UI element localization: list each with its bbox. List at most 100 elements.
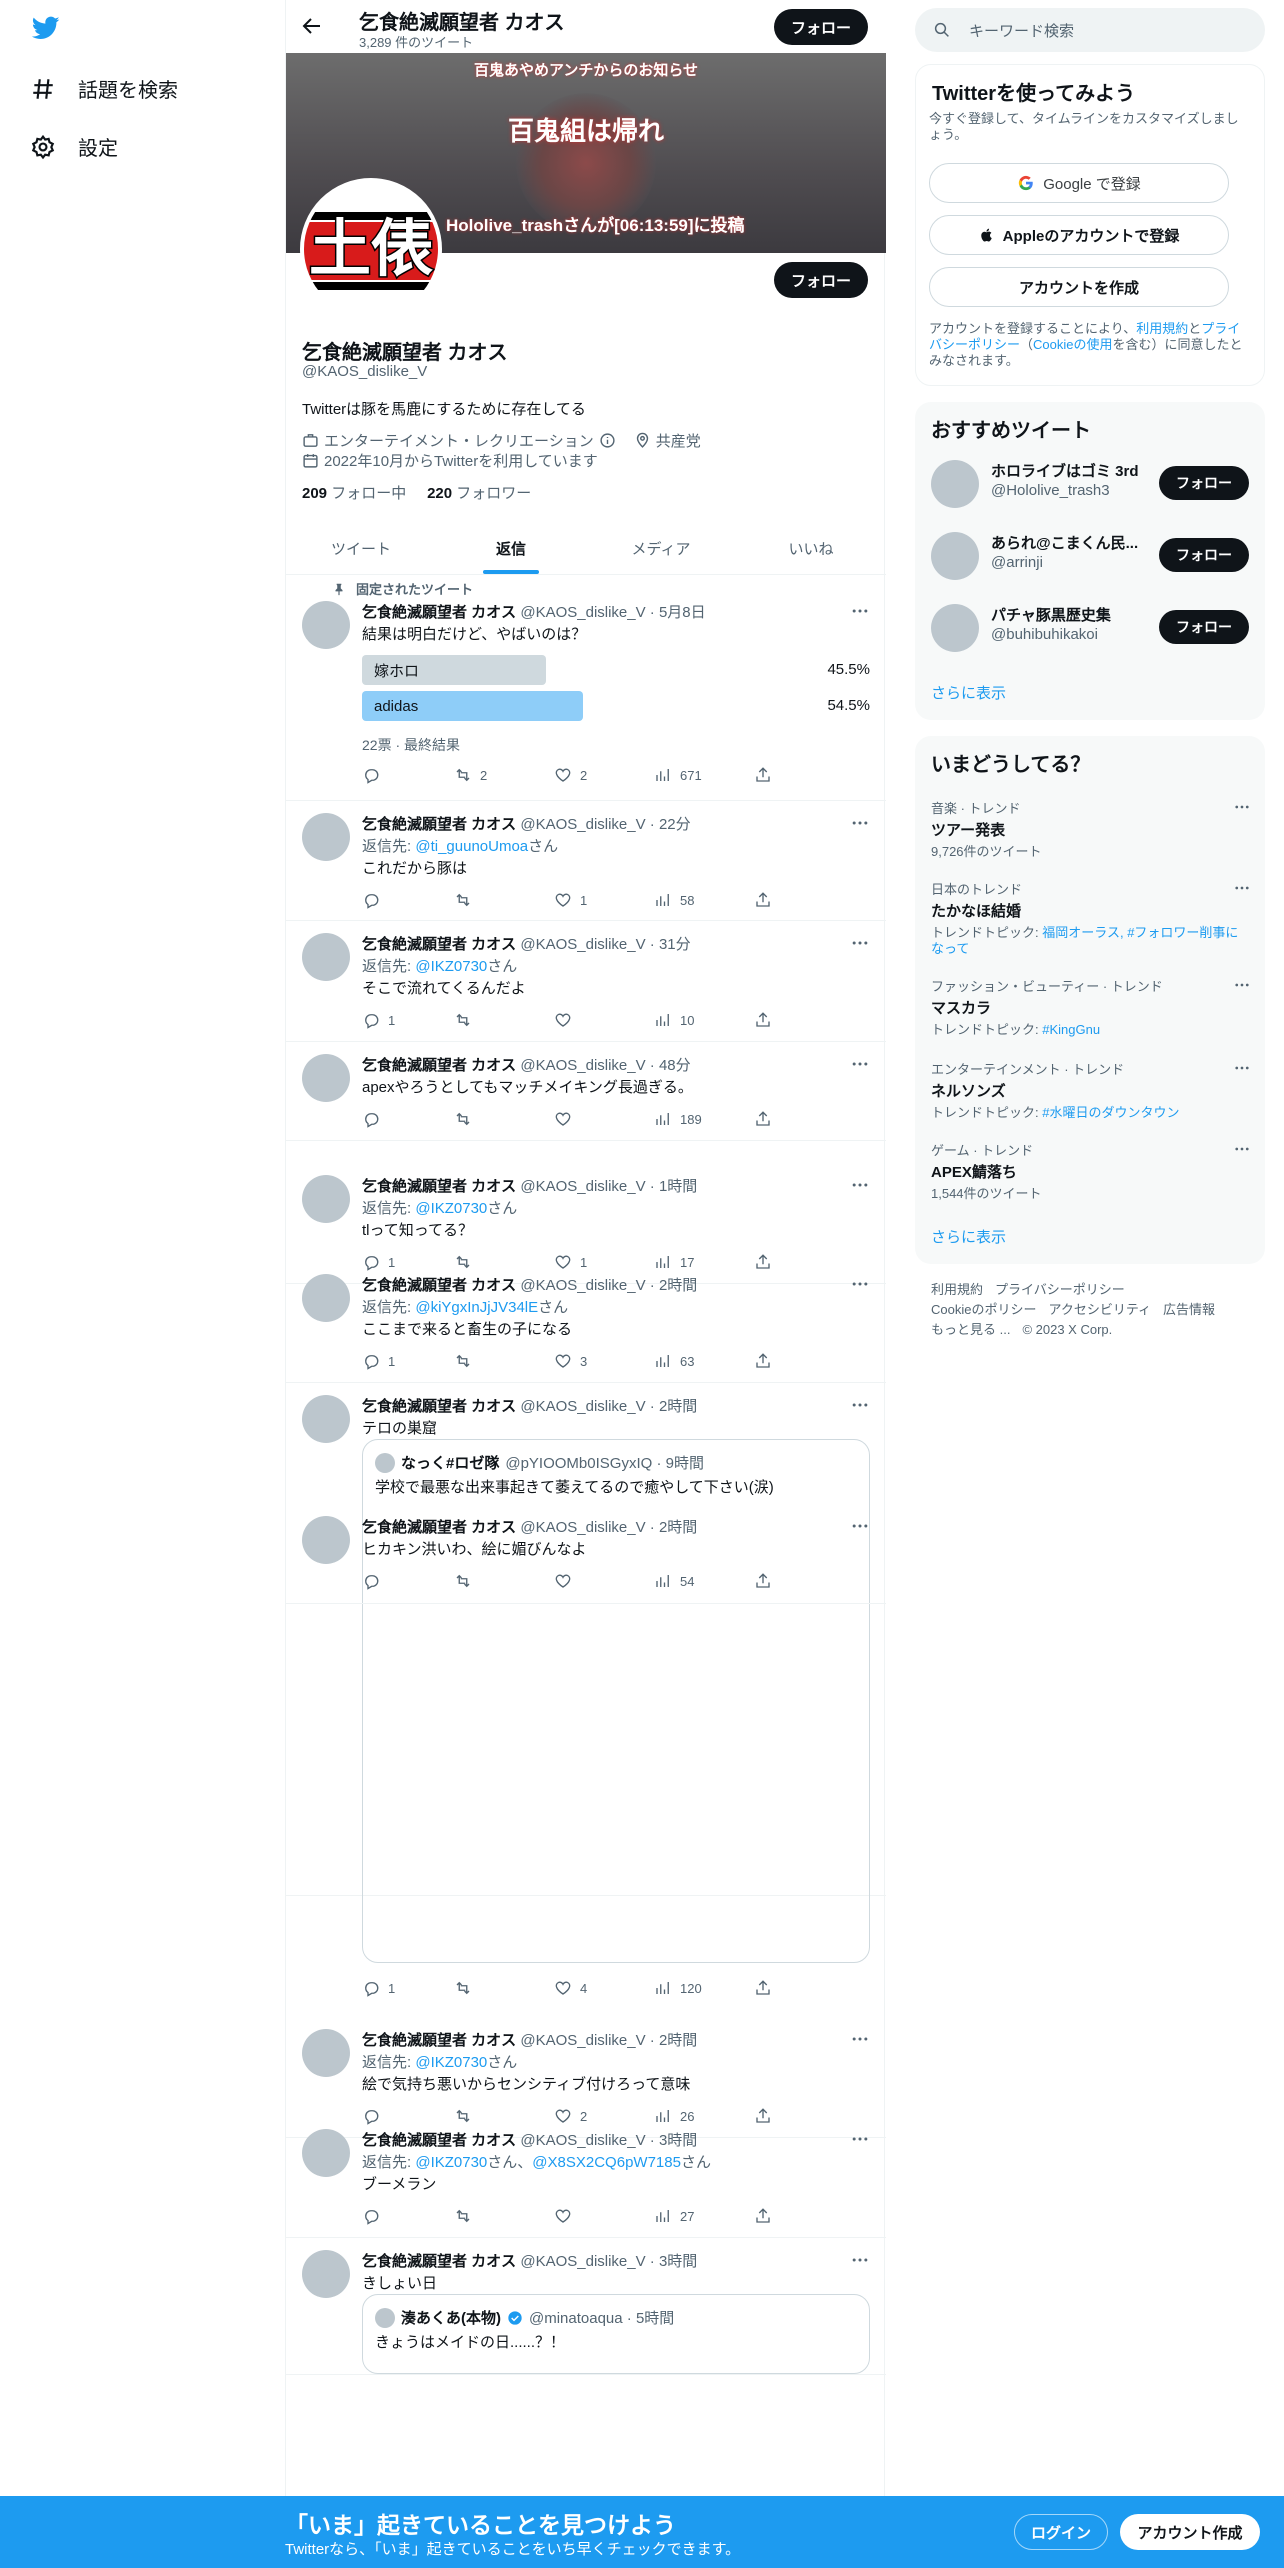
tab-replies[interactable]: 返信 xyxy=(436,522,586,574)
avatar[interactable] xyxy=(302,1274,350,1322)
views-button[interactable]: 671 xyxy=(654,766,702,784)
share-button[interactable] xyxy=(754,766,772,784)
like-button[interactable]: 4 xyxy=(554,1979,587,1997)
reply-mention[interactable]: @X8SX2CQ6pW7185 xyxy=(532,2154,681,2171)
profile-follow-button[interactable]: フォロー xyxy=(774,262,868,298)
retweet-button[interactable] xyxy=(454,891,480,909)
reply-button[interactable] xyxy=(362,891,388,909)
nav-settings[interactable]: 設定 xyxy=(30,132,118,161)
tweet-author[interactable]: 乞食絶滅願望者 カオス xyxy=(362,1178,516,1195)
views-button[interactable]: 58 xyxy=(654,891,694,909)
tweet-author[interactable]: 乞食絶滅願望者 カオス xyxy=(362,2132,516,2149)
info-icon[interactable] xyxy=(599,432,616,449)
tweet[interactable]: 乞食絶滅願望者 カオス @KAOS_dislike_V · 3時間 返信先: @I… xyxy=(286,2117,886,2238)
more-icon[interactable] xyxy=(850,813,870,833)
cookie-link[interactable]: Cookieの使用 xyxy=(1033,337,1112,352)
more-icon[interactable] xyxy=(850,601,870,621)
avatar[interactable] xyxy=(302,1516,350,1564)
login-button[interactable]: ログイン xyxy=(1014,2514,1108,2550)
footer-accessibility[interactable]: アクセシビリティ xyxy=(1048,1302,1151,1317)
more-icon[interactable] xyxy=(1233,879,1251,897)
footer-ads[interactable]: 広告情報 xyxy=(1163,1302,1215,1317)
views-button[interactable]: 189 xyxy=(654,1110,702,1128)
search-input[interactable]: キーワード検索 xyxy=(915,8,1265,52)
views-button[interactable]: 120 xyxy=(654,1979,702,1997)
recommended-show-more[interactable]: さらに表示 xyxy=(931,682,1006,703)
more-icon[interactable] xyxy=(850,2029,870,2049)
create-account-button[interactable]: アカウントを作成 xyxy=(929,267,1229,307)
like-button[interactable]: 1 xyxy=(554,891,587,909)
avatar[interactable] xyxy=(302,2029,350,2077)
header-follow-button[interactable]: フォロー xyxy=(774,9,868,45)
tweet-author[interactable]: 乞食絶滅願望者 カオス xyxy=(362,604,516,621)
share-button[interactable] xyxy=(754,1352,772,1370)
tweet[interactable]: 乞食絶滅願望者 カオス @KAOS_dislike_V · 2時間 ヒカキン洪いわ… xyxy=(286,1504,886,1604)
retweet-button[interactable] xyxy=(454,1110,480,1128)
avatar[interactable] xyxy=(302,2129,350,2177)
reply-button[interactable]: 1 xyxy=(362,1011,395,1029)
footer-cookie[interactable]: Cookieのポリシー xyxy=(931,1302,1036,1317)
reply-mention[interactable]: @kiYgxInJjJV34lE xyxy=(415,1299,538,1316)
reply-mention[interactable]: @IKZ0730 xyxy=(415,1200,487,1217)
retweet-button[interactable] xyxy=(454,1352,480,1370)
following-link[interactable]: 209 フォロー中 xyxy=(302,485,406,502)
retweet-button[interactable] xyxy=(454,1979,480,1997)
avatar[interactable] xyxy=(302,601,350,649)
footer-more[interactable]: もっと見る ... xyxy=(931,1322,1010,1337)
terms-link[interactable]: 利用規約 xyxy=(1136,321,1188,336)
tweet[interactable]: 乞食絶滅願望者 カオス @KAOS_dislike_V · 48分 apexやろう… xyxy=(286,1042,886,1141)
back-arrow-icon[interactable] xyxy=(300,14,324,38)
reply-button[interactable] xyxy=(362,2207,388,2225)
avatar[interactable] xyxy=(931,604,979,652)
avatar[interactable] xyxy=(302,813,350,861)
tab-tweets[interactable]: ツイート xyxy=(286,522,436,574)
footer-terms[interactable]: 利用規約 xyxy=(931,1282,983,1297)
more-icon[interactable] xyxy=(850,933,870,953)
tweet-author[interactable]: 乞食絶滅願望者 カオス xyxy=(362,1519,516,1536)
more-icon[interactable] xyxy=(850,1516,870,1536)
more-icon[interactable] xyxy=(1233,1140,1251,1158)
tweet-author[interactable]: 乞食絶滅願望者 カオス xyxy=(362,936,516,953)
like-button[interactable] xyxy=(554,1572,580,1590)
tweet[interactable]: 乞食絶滅願望者 カオス @KAOS_dislike_V · 2時間 返信先: @k… xyxy=(286,1262,886,1383)
recommended-account[interactable]: あられ@こまくん民... @arrinji フォロー xyxy=(931,524,1251,584)
reply-button[interactable]: 1 xyxy=(362,1352,395,1370)
recommended-follow-button[interactable]: フォロー xyxy=(1159,538,1249,572)
tweet[interactable]: 乞食絶滅願望者 カオス @KAOS_dislike_V · 22分 返信先: @t… xyxy=(286,801,886,921)
share-button[interactable] xyxy=(754,2207,772,2225)
more-icon[interactable] xyxy=(850,1054,870,1074)
like-button[interactable]: 3 xyxy=(554,1352,587,1370)
more-icon[interactable] xyxy=(1233,798,1251,816)
tweet-author[interactable]: 乞食絶滅願望者 カオス xyxy=(362,2032,516,2049)
twitter-logo-icon[interactable] xyxy=(30,14,62,42)
avatar[interactable] xyxy=(302,1395,350,1443)
apple-signup-button[interactable]: Appleのアカウントで登録 xyxy=(929,215,1229,255)
trend-item[interactable]: エンターテインメント · トレンド ネルソンズ トレンドトピック: #水曜日のダウン… xyxy=(931,1059,1251,1121)
avatar[interactable] xyxy=(931,532,979,580)
tweet[interactable]: 乞食絶滅願望者 カオス @KAOS_dislike_V · 31分 返信先: @I… xyxy=(286,921,886,1042)
trend-item[interactable]: ファッション・ビューティー · トレンド マスカラ トレンドトピック: #KingG… xyxy=(931,976,1251,1038)
trend-item[interactable]: ゲーム · トレンド APEX鯖落ち 1,544件のツイート xyxy=(931,1140,1251,1202)
share-button[interactable] xyxy=(754,1110,772,1128)
avatar[interactable] xyxy=(302,933,350,981)
profile-avatar[interactable]: 土俵 xyxy=(300,178,442,320)
reply-mention[interactable]: @IKZ0730 xyxy=(415,2054,487,2071)
signup-button[interactable]: アカウント作成 xyxy=(1120,2514,1260,2550)
nav-explore[interactable]: 話題を検索 xyxy=(30,74,178,103)
like-button[interactable] xyxy=(554,1011,580,1029)
tweet-author[interactable]: 乞食絶滅願望者 カオス xyxy=(362,1398,516,1415)
retweet-button[interactable] xyxy=(454,1572,480,1590)
footer-privacy[interactable]: プライバシーポリシー xyxy=(995,1282,1125,1297)
recommended-follow-button[interactable]: フォロー xyxy=(1159,466,1249,500)
reply-button[interactable]: 1 xyxy=(362,1979,395,1997)
share-button[interactable] xyxy=(754,1011,772,1029)
share-button[interactable] xyxy=(754,1979,772,1997)
like-button[interactable] xyxy=(554,1110,580,1128)
recommended-account[interactable]: パチャ豚黒歴史集 @buhibuhikakoi フォロー xyxy=(931,596,1251,656)
pinned-tweet[interactable]: 固定されたツイート 乞食絶滅願望者 カオス @KAOS_dislike_V · … xyxy=(286,575,886,801)
more-icon[interactable] xyxy=(850,1175,870,1195)
retweet-button[interactable] xyxy=(454,2207,480,2225)
views-button[interactable]: 54 xyxy=(654,1572,694,1590)
views-button[interactable]: 63 xyxy=(654,1352,694,1370)
reply-button[interactable] xyxy=(362,766,380,784)
